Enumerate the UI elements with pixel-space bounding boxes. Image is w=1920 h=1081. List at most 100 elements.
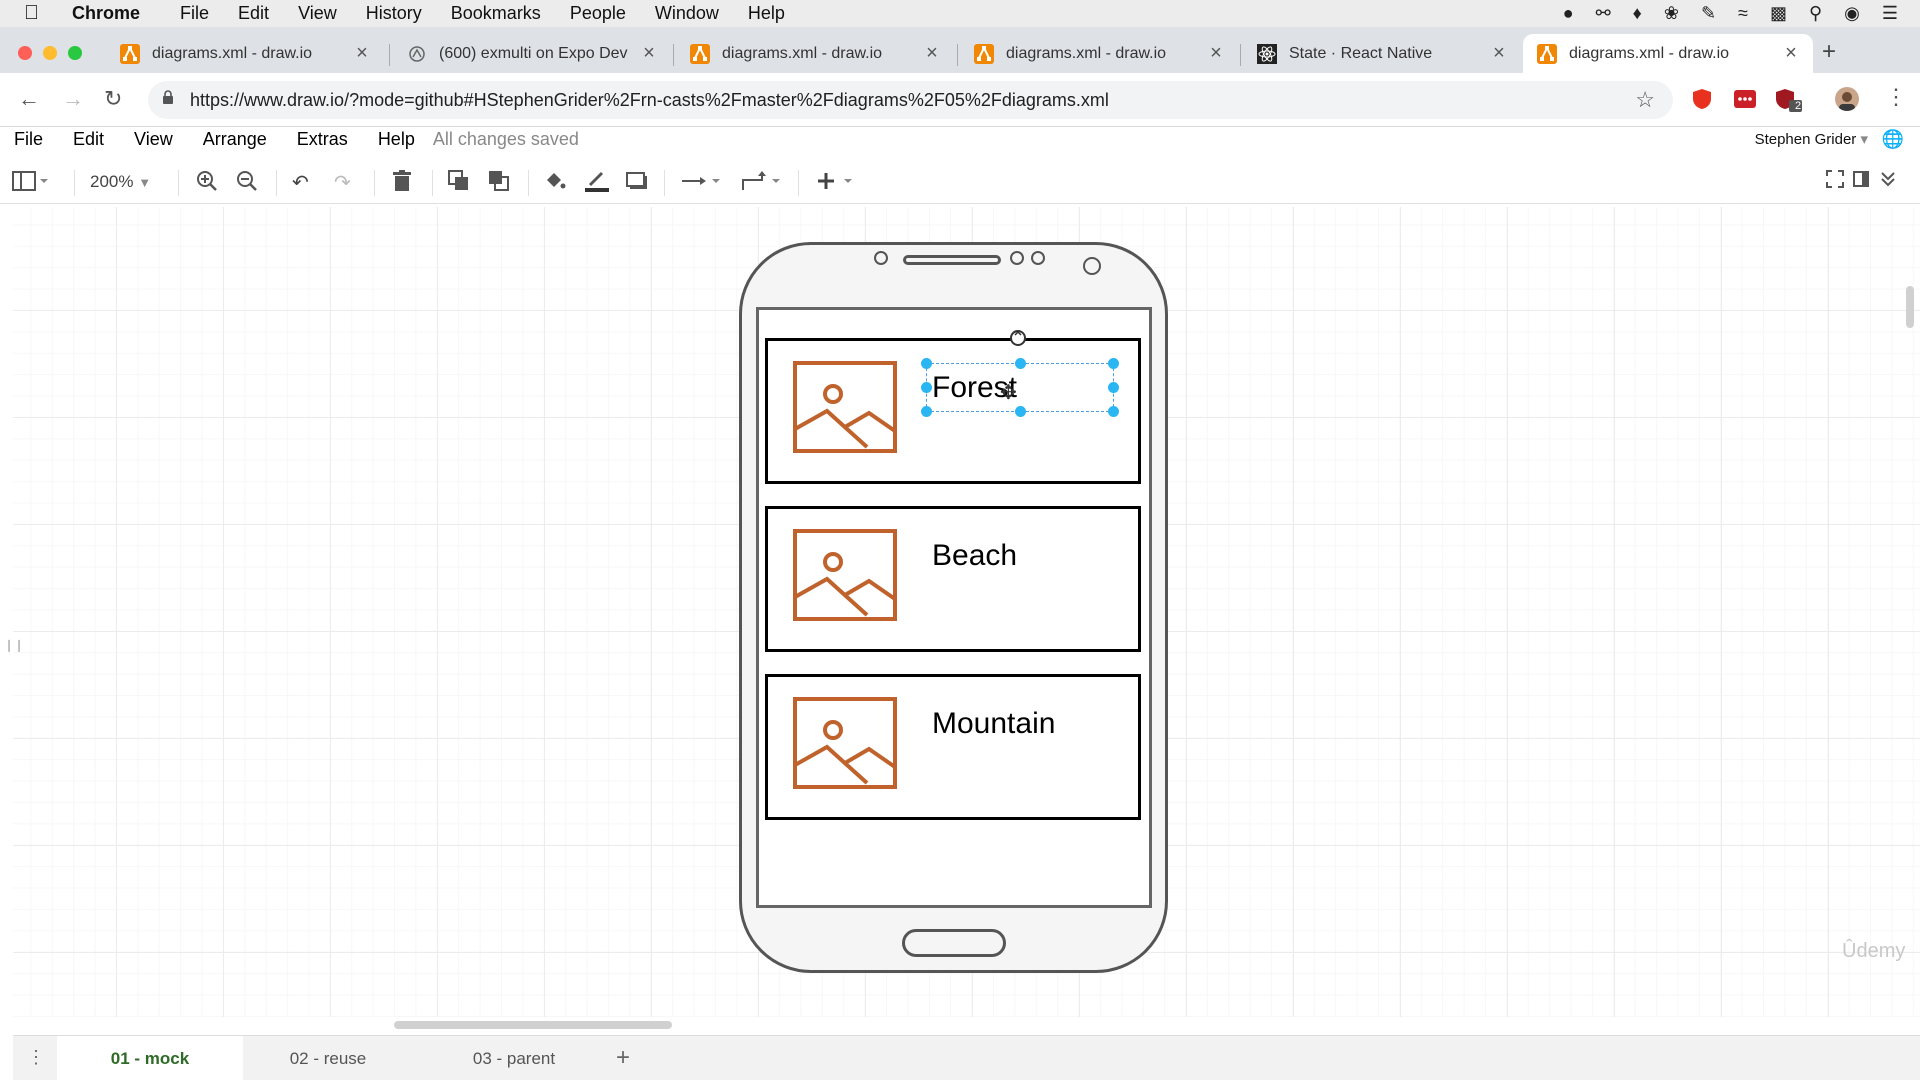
close-tab-icon[interactable]: × xyxy=(637,42,661,65)
delete-icon[interactable] xyxy=(392,170,412,198)
menu-edit[interactable]: Edit xyxy=(238,3,269,24)
url-bar[interactable]: https://www.draw.io/?mode=github#HStephe… xyxy=(148,81,1673,119)
zoom-level-dropdown[interactable]: 200% ▼ xyxy=(90,172,151,192)
pages-menu-icon[interactable]: ⋮ xyxy=(27,1047,45,1068)
horizontal-scrollbar[interactable] xyxy=(394,1021,672,1029)
rotate-handle-icon[interactable] xyxy=(1009,329,1027,347)
page-tab[interactable]: 03 - parent xyxy=(421,1036,607,1081)
fill-color-icon[interactable] xyxy=(544,170,566,198)
save-status: All changes saved xyxy=(432,128,579,149)
menu-help[interactable]: Help xyxy=(748,3,785,24)
lotus-icon[interactable]: ❀ xyxy=(1664,3,1679,24)
siri-icon[interactable]: ◉ xyxy=(1844,3,1860,24)
to-front-icon[interactable] xyxy=(448,170,470,198)
close-tab-icon[interactable]: × xyxy=(350,42,374,65)
sidebar-resize-handle[interactable]: ❘❘ xyxy=(4,638,24,652)
shadow-icon[interactable] xyxy=(626,170,648,198)
browser-tab-active[interactable]: diagrams.xml - draw.io × xyxy=(1523,34,1813,73)
resize-handle[interactable] xyxy=(1108,358,1119,369)
format-toggle-icon[interactable] xyxy=(1853,170,1869,194)
drawio-menu-view[interactable]: View xyxy=(134,129,173,150)
fullscreen-icon[interactable] xyxy=(1826,170,1844,194)
browser-tab[interactable]: diagrams.xml - draw.io × xyxy=(106,34,384,73)
redo-icon[interactable]: ↷ xyxy=(334,170,351,195)
tab-divider xyxy=(957,44,958,66)
close-window-button[interactable] xyxy=(18,46,32,60)
format-panel-icon[interactable] xyxy=(12,170,48,198)
creative-cloud-icon[interactable]: ● xyxy=(1563,3,1574,24)
resize-handle[interactable] xyxy=(1108,406,1119,417)
tab-divider xyxy=(673,44,674,66)
language-globe-icon[interactable]: 🌐 xyxy=(1882,129,1904,150)
minimize-window-button[interactable] xyxy=(43,46,57,60)
close-tab-icon[interactable]: × xyxy=(1204,42,1228,65)
drawio-menu-edit[interactable]: Edit xyxy=(73,129,104,150)
insert-icon[interactable] xyxy=(816,170,856,198)
chrome-menu-icon[interactable]: ⋮ xyxy=(1885,84,1907,110)
back-icon[interactable]: ← xyxy=(18,86,40,112)
lastpass-extension-icon[interactable] xyxy=(1733,87,1757,111)
close-tab-icon[interactable]: × xyxy=(920,42,944,65)
close-tab-icon[interactable]: × xyxy=(1779,42,1803,65)
search-icon[interactable]: ⚲ xyxy=(1809,3,1822,24)
drawio-menu-file[interactable]: File xyxy=(14,129,43,150)
user-account-menu[interactable]: Stephen Grider ▾ xyxy=(1755,130,1868,148)
menu-file[interactable]: File xyxy=(180,3,209,24)
menu-window[interactable]: Window xyxy=(655,3,719,24)
menu-people[interactable]: People xyxy=(570,3,626,24)
vertical-scrollbar[interactable] xyxy=(1906,286,1914,328)
drawio-menu-help[interactable]: Help xyxy=(378,129,415,150)
image-placeholder-icon[interactable] xyxy=(793,529,897,621)
phone-sensor xyxy=(1031,251,1045,265)
browser-tab[interactable]: State · React Native × xyxy=(1243,34,1521,73)
profile-avatar[interactable] xyxy=(1835,87,1859,111)
collapse-toolbar-icon[interactable] xyxy=(1880,170,1896,194)
evernote-icon[interactable]: ♦ xyxy=(1633,3,1642,24)
browser-tab[interactable]: (600) exmulti on Expo Dev × xyxy=(393,34,671,73)
resize-handle[interactable] xyxy=(1108,382,1119,393)
toolbar-divider xyxy=(798,170,799,196)
close-tab-icon[interactable]: × xyxy=(1487,42,1511,65)
resize-handle[interactable] xyxy=(921,406,932,417)
add-page-icon[interactable]: + xyxy=(616,1044,630,1072)
card-title[interactable]: Mountain xyxy=(932,707,1055,741)
wifi-icon[interactable]: ≈ xyxy=(1738,3,1748,24)
menu-bookmarks[interactable]: Bookmarks xyxy=(451,3,541,24)
menu-app-name[interactable]: Chrome xyxy=(72,3,140,24)
card-title[interactable]: Beach xyxy=(932,539,1017,573)
zoom-in-icon[interactable] xyxy=(196,170,218,198)
image-placeholder-icon[interactable] xyxy=(793,361,897,453)
reload-icon[interactable]: ↻ xyxy=(104,86,122,112)
forward-icon[interactable]: → xyxy=(62,86,84,112)
page-tab[interactable]: 01 - mock xyxy=(57,1036,243,1081)
line-color-icon[interactable] xyxy=(584,170,610,198)
menu-history[interactable]: History xyxy=(366,3,422,24)
waypoints-icon[interactable] xyxy=(740,170,784,198)
list-item-card[interactable]: Beach xyxy=(765,506,1141,652)
connection-style-icon[interactable] xyxy=(680,170,720,198)
resize-handle[interactable] xyxy=(1015,358,1026,369)
apple-icon[interactable]:  xyxy=(24,2,64,25)
to-back-icon[interactable] xyxy=(488,170,510,198)
maximize-window-button[interactable] xyxy=(68,46,82,60)
battery-icon[interactable]: ▩ xyxy=(1770,3,1787,24)
menu-view[interactable]: View xyxy=(298,3,337,24)
image-placeholder-icon[interactable] xyxy=(793,697,897,789)
browser-tab[interactable]: diagrams.xml - draw.io × xyxy=(960,34,1238,73)
page-tab[interactable]: 02 - reuse xyxy=(235,1036,421,1081)
ublock-extension-icon[interactable] xyxy=(1690,87,1714,111)
resize-handle[interactable] xyxy=(921,358,932,369)
bookmark-star-icon[interactable]: ☆ xyxy=(1635,87,1655,113)
resize-handle[interactable] xyxy=(921,382,932,393)
drawio-menu-extras[interactable]: Extras xyxy=(297,129,348,150)
browser-tab[interactable]: diagrams.xml - draw.io × xyxy=(676,34,954,73)
pen-icon[interactable]: ✎ xyxy=(1701,3,1716,24)
list-item-card[interactable]: Mountain xyxy=(765,674,1141,820)
new-tab-icon[interactable]: + xyxy=(1822,38,1836,66)
list-icon[interactable]: ☰ xyxy=(1882,3,1898,24)
drawio-menu-arrange[interactable]: Arrange xyxy=(203,129,267,150)
resize-handle[interactable] xyxy=(1015,406,1026,417)
undo-icon[interactable]: ↶ xyxy=(292,170,309,195)
zoom-out-icon[interactable] xyxy=(236,170,258,198)
glasses-icon[interactable]: ⚯ xyxy=(1596,3,1611,24)
